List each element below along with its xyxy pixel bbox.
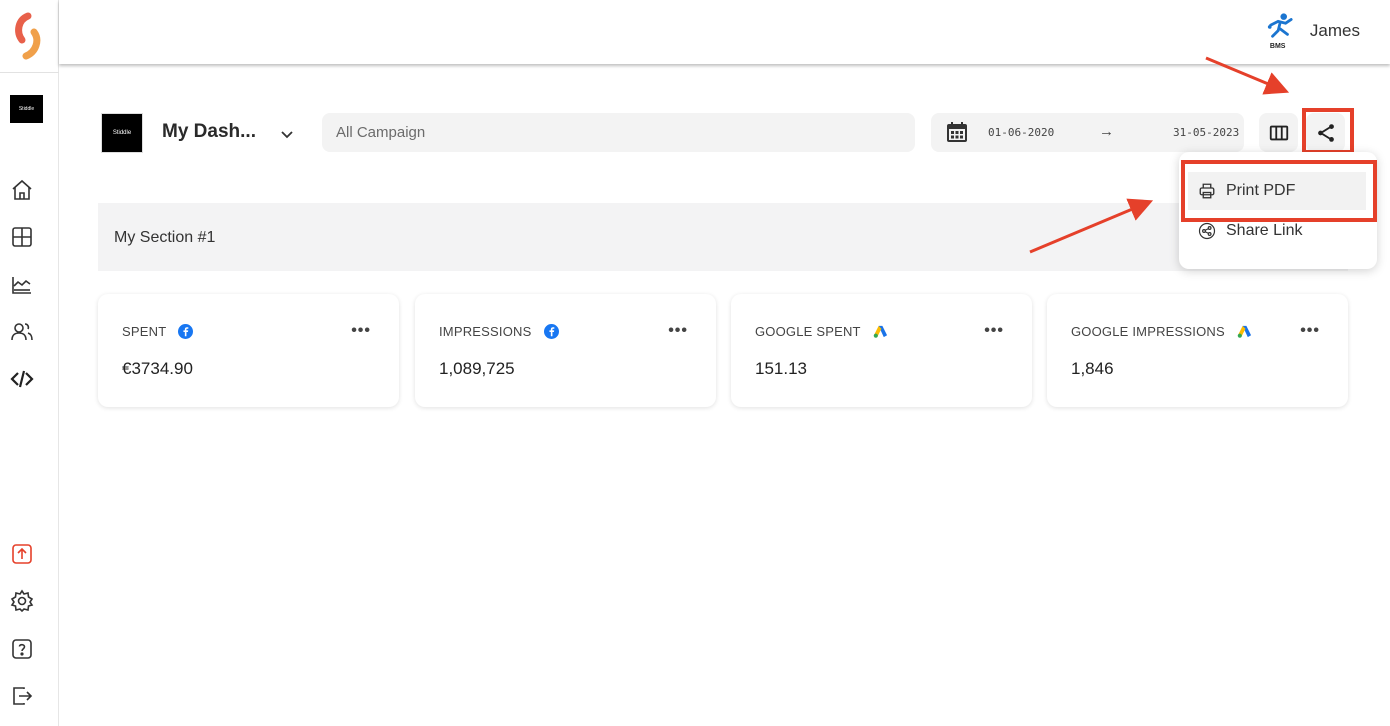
metric-card-google-impressions[interactable]: GOOGLE IMPRESSIONS ••• 1,846 (1047, 294, 1348, 407)
facebook-icon (178, 324, 194, 339)
workspace-logo-text: Stiddle (18, 106, 35, 112)
metric-card-spent[interactable]: SPENT ••• €3734.90 (98, 294, 399, 407)
settings-icon[interactable] (9, 588, 35, 614)
logout-icon[interactable] (9, 683, 35, 709)
more-options-icon[interactable]: ••• (984, 322, 1004, 340)
metric-card-impressions[interactable]: IMPRESSIONS ••• 1,089,725 (415, 294, 716, 407)
metric-card-google-spent[interactable]: GOOGLE SPENT ••• 151.13 (731, 294, 1032, 407)
sidebar-divider (0, 72, 59, 73)
user-menu[interactable]: BMS James (1264, 12, 1360, 50)
home-icon[interactable] (9, 177, 35, 203)
columns-button[interactable] (1259, 113, 1298, 152)
dashboard-title[interactable]: My Dash... (162, 121, 256, 143)
more-options-icon[interactable]: ••• (1300, 322, 1320, 340)
help-icon[interactable] (9, 636, 35, 662)
layout-icon[interactable] (9, 224, 35, 250)
company-logo: BMS (1264, 12, 1296, 50)
date-from[interactable]: 01-06-2020 (988, 126, 1054, 139)
workspace-logo[interactable]: Stiddle (10, 95, 43, 123)
users-icon[interactable] (9, 319, 35, 345)
section-title[interactable]: My Section #1 (114, 229, 215, 247)
user-name: James (1309, 21, 1360, 40)
upload-icon[interactable] (9, 541, 35, 567)
date-to[interactable]: 31-05-2023 (1173, 126, 1239, 139)
print-pdf-highlight (1181, 160, 1377, 222)
chevron-down-icon[interactable] (277, 124, 297, 144)
card-label-text: SPENT (122, 324, 167, 339)
google-ads-icon (1237, 325, 1251, 338)
campaign-select[interactable]: All Campaign (322, 113, 915, 152)
dashboard-logo: Stiddle (101, 113, 143, 153)
card-value: 151.13 (755, 359, 807, 378)
more-options-icon[interactable]: ••• (351, 322, 371, 340)
more-options-icon[interactable]: ••• (668, 322, 688, 340)
card-value: 1,089,725 (439, 359, 515, 378)
app-logo[interactable] (10, 10, 46, 60)
date-arrow-icon: → (1099, 123, 1114, 140)
card-label-text: IMPRESSIONS (439, 324, 532, 339)
card-label: IMPRESSIONS (439, 324, 559, 339)
facebook-icon (543, 324, 559, 339)
columns-icon (1269, 125, 1288, 140)
dashboard-logo-text: Stiddle (112, 130, 132, 136)
share-button-highlight (1302, 108, 1354, 154)
top-header: BMS James (59, 0, 1390, 64)
google-ads-icon (873, 325, 887, 338)
card-label: GOOGLE SPENT (755, 324, 888, 339)
code-icon[interactable] (9, 366, 35, 392)
campaign-select-value: All Campaign (336, 124, 426, 141)
dashboard-section: My Section #1 (98, 203, 1348, 271)
card-label-text: GOOGLE SPENT (755, 324, 861, 339)
app-root: Stiddle BMS James Stiddle My Dash... All… (0, 0, 1390, 726)
chart-area-icon[interactable] (9, 272, 35, 298)
card-label: SPENT (122, 324, 194, 339)
share-link-icon (1198, 222, 1216, 240)
calendar-icon (945, 120, 969, 144)
card-value: €3734.90 (122, 359, 193, 378)
card-value: 1,846 (1071, 359, 1114, 378)
card-label: GOOGLE IMPRESSIONS (1071, 324, 1252, 339)
card-label-text: GOOGLE IMPRESSIONS (1071, 324, 1225, 339)
menu-item-label: Share Link (1226, 222, 1303, 239)
company-logo-text: BMS (1269, 43, 1286, 50)
date-range-picker[interactable]: 01-06-2020 → 31-05-2023 (931, 113, 1244, 152)
sidebar: Stiddle (0, 0, 59, 726)
